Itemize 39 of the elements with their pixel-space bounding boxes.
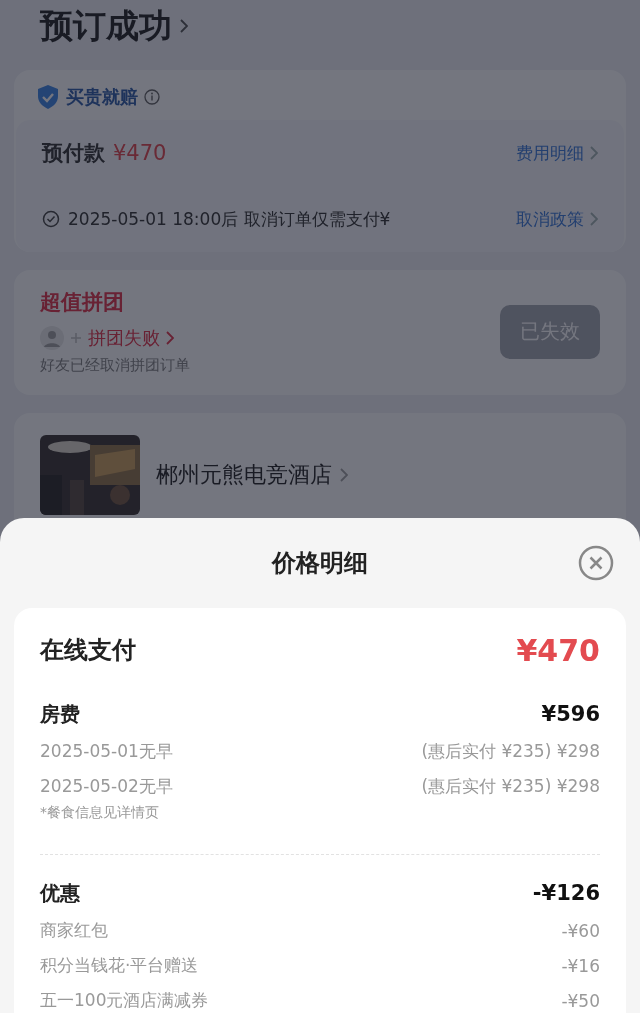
avatar-icon — [40, 326, 64, 350]
item-amount: -¥50 — [561, 990, 600, 1011]
chevron-icon — [180, 19, 188, 33]
guarantee-label: 买贵就赔 — [66, 85, 138, 109]
prepay-label: 预付款 — [42, 140, 105, 167]
info-icon[interactable] — [144, 89, 160, 105]
group-buy-title: 超值拼团 — [40, 289, 125, 316]
chevron-icon — [166, 331, 174, 345]
shield-check-icon — [36, 84, 60, 110]
item-amount: -¥60 — [561, 920, 600, 941]
fee-details-link[interactable]: 费用明细 — [516, 141, 598, 165]
section-label: 优惠 — [40, 879, 80, 907]
chevron-icon — [590, 146, 598, 160]
plus-icon — [70, 332, 82, 344]
prepay-amount: ¥470 — [113, 141, 167, 165]
page-title: 预订成功 — [40, 4, 172, 47]
sheet-title: 价格明细 — [272, 548, 368, 579]
chevron-icon — [590, 212, 598, 226]
item-label: 商家红包 — [40, 919, 108, 942]
item-label: 积分当钱花·平台赠送 — [40, 954, 199, 977]
section-amount: ¥596 — [541, 702, 600, 726]
item-label: 2025-05-02无早 — [40, 775, 173, 798]
item-amount: -¥16 — [561, 955, 600, 976]
meal-note: *餐食信息见详情页 — [40, 804, 160, 822]
section-label: 房费 — [40, 700, 80, 728]
close-button[interactable] — [578, 545, 614, 581]
group-status-link[interactable]: 拼团失败 — [88, 326, 174, 350]
section-amount: -¥126 — [532, 881, 600, 905]
item-amount: (惠后实付 ¥235) ¥298 — [421, 740, 600, 763]
item-label: 五一100元酒店满减券 — [40, 989, 209, 1012]
total-amount: ¥470 — [516, 632, 600, 668]
item-amount: (惠后实付 ¥235) ¥298 — [421, 775, 600, 798]
cancel-policy-link[interactable]: 取消政策 — [516, 207, 598, 231]
check-circle-icon — [42, 210, 60, 228]
item-label: 2025-05-01无早 — [40, 740, 173, 763]
chevron-icon — [340, 468, 348, 482]
cancel-notice: 2025-05-01 18:00后 取消订单仅需支付¥ — [68, 207, 391, 231]
hotel-name: 郴州元熊电竞酒店 — [156, 461, 332, 489]
total-label: 在线支付 — [40, 635, 136, 666]
